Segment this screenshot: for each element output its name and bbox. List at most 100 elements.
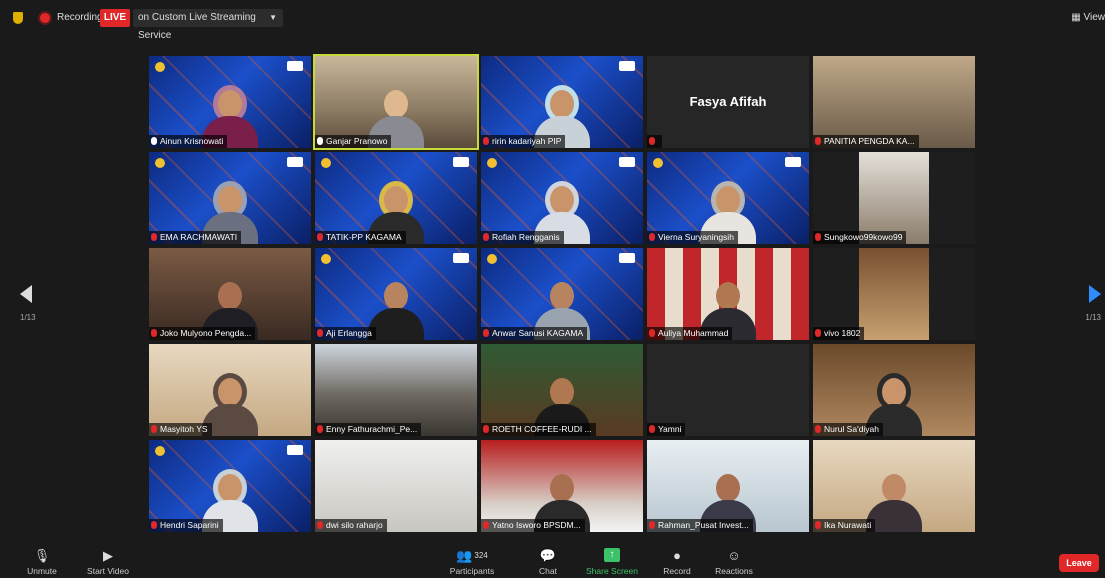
previous-page-arrow-icon[interactable] xyxy=(20,285,32,303)
participant-name-text: Rofiah Rengganis xyxy=(492,232,560,242)
participant-name-text: Vierna Suryaningsih xyxy=(658,232,734,242)
participant-name-text: Yatno Isworo BPSDM... xyxy=(492,520,581,530)
mic-muted-icon xyxy=(815,233,821,241)
video-tile[interactable]: ririn kadariyah PIP xyxy=(481,56,643,148)
record-icon: ● xyxy=(673,548,681,563)
video-tile[interactable]: TATIK-PP KAGAMA xyxy=(315,152,477,244)
participant-name: PANITIA PENGDA KA... xyxy=(813,135,919,148)
start-video-button[interactable]: ▶ Start Video xyxy=(84,548,132,578)
participant-name: Aji Erlangga xyxy=(315,327,376,340)
video-tile[interactable]: Ainun Krisnowati xyxy=(149,56,311,148)
logo-icon xyxy=(653,158,663,168)
participant-name: Rofiah Rengganis xyxy=(481,231,564,244)
shield-icon[interactable] xyxy=(13,12,23,24)
grid-icon: ▦ xyxy=(1071,12,1084,23)
video-tile[interactable]: Vierna Suryaningsih xyxy=(647,152,809,244)
event-logo-icon xyxy=(619,157,635,167)
participant-name-text: Anwar Sanusi KAGAMA xyxy=(492,328,584,338)
participants-button[interactable]: 👥 324 Participants xyxy=(446,548,498,578)
mic-muted-icon xyxy=(151,521,157,529)
mic-muted-icon xyxy=(815,137,821,145)
participants-label: Participants xyxy=(449,566,495,576)
video-tile[interactable]: Anwar Sanusi KAGAMA xyxy=(481,248,643,340)
recording-icon xyxy=(40,13,50,23)
participant-name: Auliya Muhammad xyxy=(647,327,733,340)
participant-name-text: Aji Erlangga xyxy=(326,328,372,338)
video-tile[interactable]: Ika Nurawati xyxy=(813,440,975,532)
participant-name: Rahman_Pusat Invest... xyxy=(647,519,753,532)
video-tile[interactable]: Hendri Saparini xyxy=(149,440,311,532)
view-button[interactable]: ▦ View xyxy=(1071,12,1105,23)
video-tile[interactable]: Sungkowo99kowo99 xyxy=(813,152,975,244)
event-logo-icon xyxy=(619,61,635,71)
video-off-icon: ▶ xyxy=(103,548,113,563)
reactions-label: Reactions xyxy=(715,566,753,576)
video-tile[interactable]: Auliya Muhammad xyxy=(647,248,809,340)
participant-name-text: Sungkowo99kowo99 xyxy=(824,232,903,242)
event-logo-icon xyxy=(287,61,303,71)
video-tile[interactable]: Rofiah Rengganis xyxy=(481,152,643,244)
mic-muted-icon xyxy=(815,425,821,433)
participant-name: Vierna Suryaningsih xyxy=(647,231,738,244)
video-tile[interactable]: Masyitoh YS xyxy=(149,344,311,436)
mic-icon xyxy=(151,137,157,145)
participant-name: Enny Fathurachmi_Pe... xyxy=(315,423,422,436)
chat-button[interactable]: 💬 Chat xyxy=(534,548,562,578)
video-tile[interactable]: Aji Erlangga xyxy=(315,248,477,340)
participants-count: 324 xyxy=(474,551,488,560)
video-tile[interactable]: ROETH COFFEE-RUDI ... xyxy=(481,344,643,436)
mic-muted-icon xyxy=(649,233,655,241)
video-tile[interactable]: EMA RACHMAWATI xyxy=(149,152,311,244)
video-tile[interactable]: Yamni xyxy=(647,344,809,436)
meeting-toolbar: 🎙 Unmute ▶ Start Video 👥 324 Participants… xyxy=(0,544,1105,578)
caret-down-icon: ▼ xyxy=(269,13,277,22)
participant-name-text: Nurul Sa'diyah xyxy=(824,424,880,434)
live-badge[interactable]: LIVE xyxy=(100,9,130,27)
participant-name-text: dwi silo raharjo xyxy=(326,520,383,530)
stream-service-dropdown[interactable]: on Custom Live Streaming Service ▼ xyxy=(133,9,283,41)
video-tile[interactable]: Enny Fathurachmi_Pe... xyxy=(315,344,477,436)
reactions-button[interactable]: ☺ Reactions xyxy=(712,548,756,578)
logo-icon xyxy=(321,158,331,168)
video-tile[interactable]: Joko Mulyono Pengda... xyxy=(149,248,311,340)
video-tile[interactable]: PANITIA PENGDA KA... xyxy=(813,56,975,148)
participant-name: Masyitoh YS xyxy=(149,423,212,436)
next-page-arrow-icon[interactable] xyxy=(1089,285,1101,303)
mic-muted-icon xyxy=(151,233,157,241)
mic-muted-icon xyxy=(317,233,323,241)
reactions-icon: ☺ xyxy=(727,548,741,563)
mic-muted-icon xyxy=(649,137,655,145)
share-screen-button[interactable]: ↑ Share Screen xyxy=(584,548,640,578)
video-tile[interactable]: Rahman_Pusat Invest... xyxy=(647,440,809,532)
video-tile[interactable]: Nurul Sa'diyah xyxy=(813,344,975,436)
share-screen-icon: ↑ xyxy=(604,548,620,562)
participant-video xyxy=(368,278,424,340)
participant-name-text: Rahman_Pusat Invest... xyxy=(658,520,749,530)
view-label: View xyxy=(1083,12,1105,23)
participant-name: Ika Nurawati xyxy=(813,519,876,532)
participant-name: Yamni xyxy=(647,423,686,436)
mic-muted-icon xyxy=(317,425,323,433)
logo-icon xyxy=(155,446,165,456)
video-tile[interactable]: Fasya Afifah xyxy=(647,56,809,148)
video-tile[interactable]: Yatno Isworo BPSDM... xyxy=(481,440,643,532)
participant-name-text: Ganjar Pranowo xyxy=(326,136,388,146)
participant-name: ririn kadariyah PIP xyxy=(481,135,566,148)
video-tile-active-speaker[interactable]: Ganjar Pranowo xyxy=(313,54,479,150)
record-label: Record xyxy=(663,566,691,576)
leave-button[interactable]: Leave xyxy=(1059,554,1099,572)
unmute-button[interactable]: 🎙 Unmute xyxy=(22,548,62,578)
participant-name-text: ririn kadariyah PIP xyxy=(492,136,562,146)
participant-name-text: Auliya Muhammad xyxy=(658,328,729,338)
event-logo-icon xyxy=(287,157,303,167)
mic-muted-icon xyxy=(483,233,489,241)
chat-label: Chat xyxy=(539,566,557,576)
mic-muted-icon xyxy=(815,521,821,529)
event-logo-icon xyxy=(287,445,303,455)
record-button[interactable]: ● Record xyxy=(660,548,694,578)
mic-muted-icon xyxy=(483,137,489,145)
participant-name: Anwar Sanusi KAGAMA xyxy=(481,327,588,340)
participant-name xyxy=(647,135,662,148)
video-tile[interactable]: vivo 1802 xyxy=(813,248,975,340)
video-tile[interactable]: dwi silo raharjo xyxy=(315,440,477,532)
